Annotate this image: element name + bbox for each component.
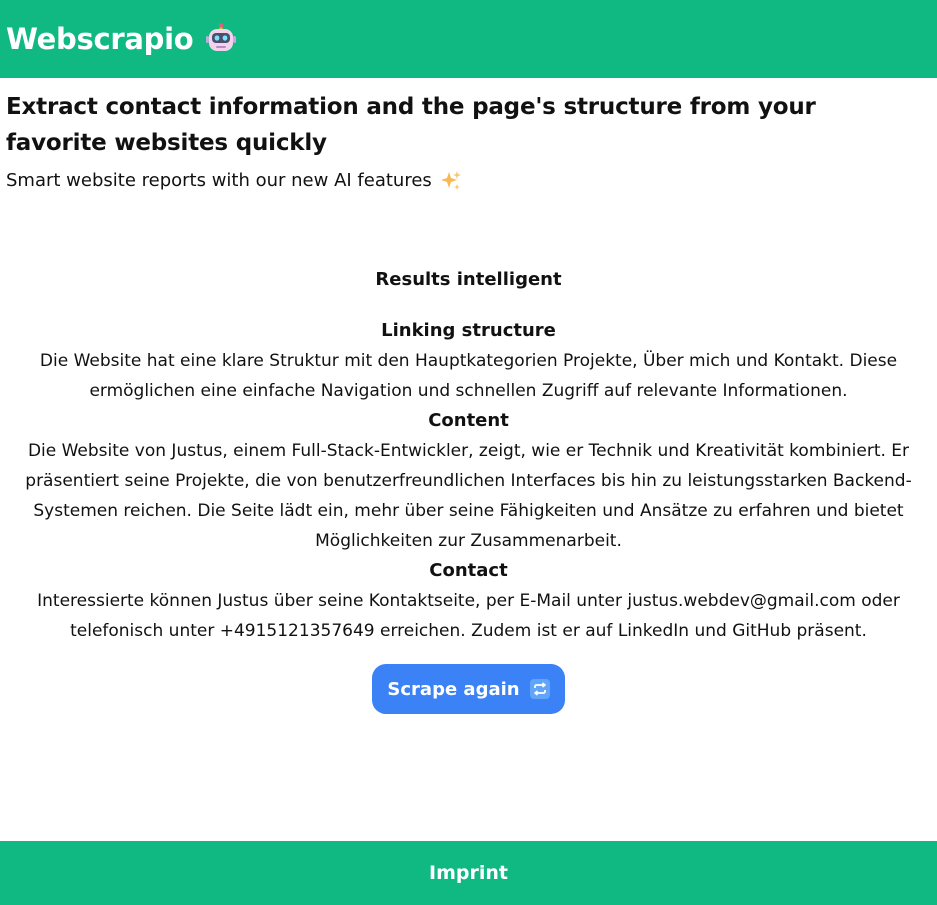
results-body: Linking structure Die Website hat eine k… xyxy=(0,316,937,646)
result-contact: Contact Interessierte können Justus über… xyxy=(8,556,929,646)
repeat-icon xyxy=(529,679,550,699)
app-title-text: Webscrapio xyxy=(6,22,194,56)
sparkles-icon xyxy=(440,170,462,192)
hero-title: Extract contact information and the page… xyxy=(6,94,816,156)
results-section: Results intelligent Linking structure Di… xyxy=(0,266,937,714)
action-row: Scrape again xyxy=(0,664,937,714)
section-text: Die Website von Justus, einem Full-Stack… xyxy=(25,441,912,551)
section-heading: Contact xyxy=(429,560,508,581)
hero-subtitle-text: Smart website reports with our new AI fe… xyxy=(6,170,432,191)
scrape-again-button[interactable]: Scrape again xyxy=(372,664,565,714)
page: Webscrapio Extract contact information a… xyxy=(0,0,937,905)
scrape-again-label: Scrape again xyxy=(387,678,520,700)
section-text: Interessierte können Justus über seine K… xyxy=(37,591,900,641)
result-linking-structure: Linking structure Die Website hat eine k… xyxy=(8,316,929,406)
section-text: Die Website hat eine klare Struktur mit … xyxy=(39,351,898,401)
robot-icon xyxy=(205,23,237,55)
app-footer: Imprint xyxy=(0,841,937,905)
result-content: Content Die Website von Justus, einem Fu… xyxy=(8,406,929,556)
imprint-link[interactable]: Imprint xyxy=(429,862,508,884)
section-heading: Content xyxy=(428,410,509,431)
results-heading: Results intelligent xyxy=(375,269,562,290)
app-title[interactable]: Webscrapio xyxy=(6,22,237,56)
section-heading: Linking structure xyxy=(381,320,556,341)
hero-section: Extract contact information and the page… xyxy=(6,89,906,194)
hero-subtitle: Smart website reports with our new AI fe… xyxy=(6,168,906,194)
app-header: Webscrapio xyxy=(0,0,937,78)
